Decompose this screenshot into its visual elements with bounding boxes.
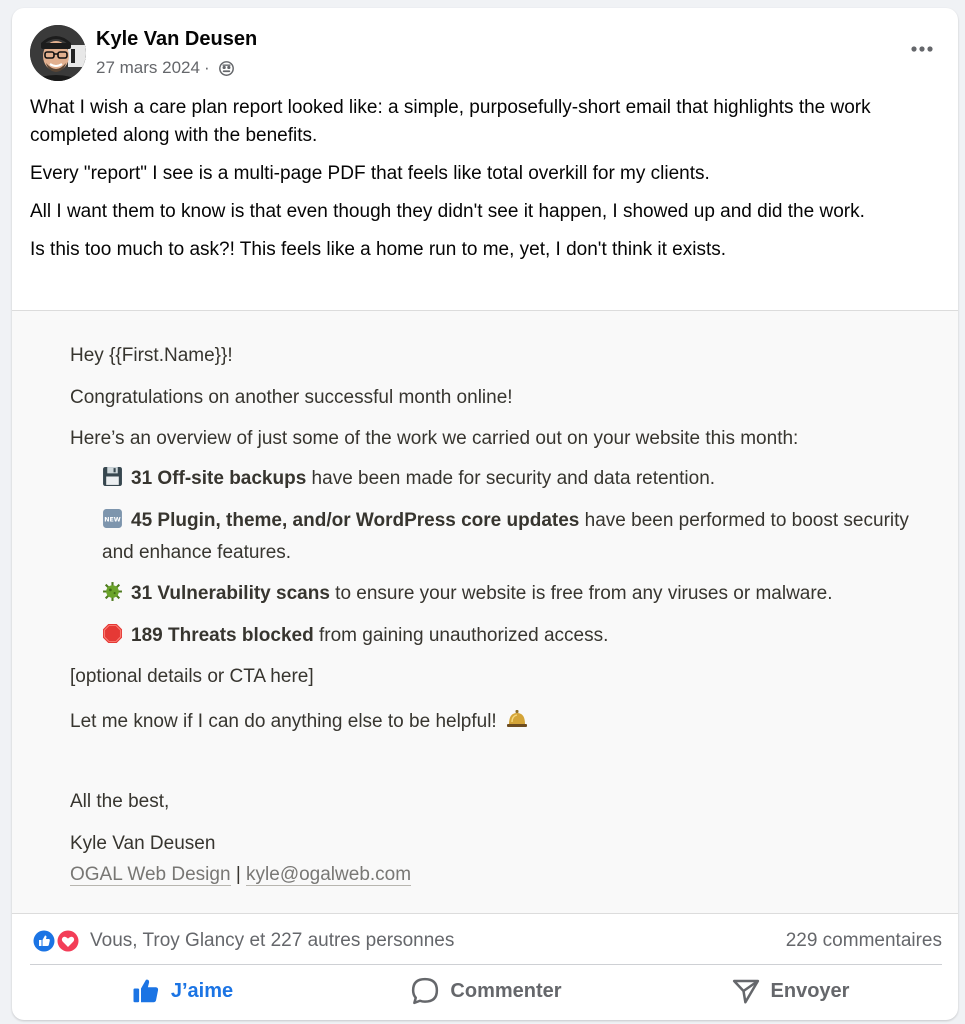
attached-email-image[interactable]: Hey {{First.Name}}! Congratulations on a… — [12, 310, 958, 914]
post-paragraph: What I wish a care plan report looked li… — [30, 97, 871, 146]
email-greeting: Hey {{First.Name}}! — [70, 345, 233, 366]
floppy-disk-icon — [103, 467, 122, 486]
send-icon — [732, 979, 759, 1004]
email-bullet: 189 Threats blocked from gaining unautho… — [102, 620, 932, 652]
signature-separator: | — [235, 864, 241, 885]
comment-button[interactable]: Commenter — [334, 966, 638, 1016]
meta-separator: · — [203, 58, 210, 77]
microbe-icon — [103, 582, 122, 601]
email-overview: Here’s an overview of just some of the w… — [70, 428, 799, 449]
post-text: What I wish a care plan report looked li… — [30, 94, 940, 274]
email-congrats: Congratulations on another successful mo… — [70, 387, 513, 408]
new-badge-icon: NEW — [103, 509, 122, 528]
bullet-bold: 45 Plugin, theme, and/or WordPress core … — [131, 510, 580, 531]
bullet-text: from gaining unauthorized access. — [313, 625, 609, 646]
post-date[interactable]: 27 mars 2024 — [96, 58, 200, 78]
bullet-bold: 31 Vulnerability scans — [131, 583, 330, 604]
post-paragraph: Every "report" I see is a multi-page PDF… — [30, 163, 710, 184]
post-paragraph: All I want them to know is that even tho… — [30, 201, 865, 222]
email-bullet: NEW 45 Plugin, theme, and/or WordPress c… — [102, 505, 932, 569]
comment-bubble-icon — [412, 977, 439, 1005]
email-signature-name: Kyle Van Deusen — [70, 833, 216, 854]
reaction-icons[interactable] — [30, 928, 86, 954]
post-meta: 27 mars 2024 · — [96, 57, 235, 79]
svg-text:NEW: NEW — [104, 517, 121, 524]
reactions-summary[interactable]: Vous, Troy Glancy et 227 autres personne… — [90, 930, 454, 952]
more-options-button[interactable] — [902, 34, 942, 64]
bullet-text: have been made for security and data ret… — [306, 468, 716, 489]
email-bullet: 31 Off-site backups have been made for s… — [102, 463, 932, 495]
share-label: Envoyer — [770, 979, 850, 1002]
like-button[interactable]: J’aime — [30, 966, 334, 1016]
like-label: J’aime — [170, 979, 234, 1002]
globe-icon — [218, 60, 234, 76]
email-signature-line: OGAL Web Design | kyle@ogalweb.com — [70, 864, 412, 886]
company-link[interactable]: OGAL Web Design — [70, 864, 231, 886]
email-link[interactable]: kyle@ogalweb.com — [246, 864, 412, 886]
post-actions: J’aime Commenter Envoyer — [30, 966, 942, 1016]
email-optional: [optional details or CTA here] — [70, 666, 314, 687]
bullet-text: to ensure your website is free from any … — [329, 583, 833, 604]
author-name[interactable]: Kyle Van Deusen — [96, 28, 257, 51]
email-helpful: Let me know if I can do anything else to… — [70, 711, 497, 732]
email-closing: All the best, — [70, 791, 170, 812]
reaction-stats-bar: Vous, Troy Glancy et 227 autres personne… — [30, 914, 942, 965]
share-button[interactable]: Envoyer — [638, 966, 942, 1016]
thumbs-up-icon — [133, 979, 158, 1003]
bellhop-bell-icon — [507, 710, 527, 727]
more-dots-icon — [911, 46, 933, 52]
email-bullet: 31 Vulnerability scans to ensure your we… — [102, 578, 932, 610]
comments-count[interactable]: 229 commentaires — [786, 930, 942, 952]
post-paragraph: Is this too much to ask?! This feels lik… — [30, 239, 727, 260]
bullet-bold: 189 Threats blocked — [131, 625, 314, 646]
post-header: Kyle Van Deusen 27 mars 2024 · — [12, 8, 958, 93]
post-card: Kyle Van Deusen 27 mars 2024 · What I wi… — [12, 8, 958, 1020]
stop-sign-icon — [103, 624, 122, 643]
avatar[interactable] — [30, 25, 86, 81]
bullet-bold: 31 Off-site backups — [131, 468, 307, 489]
comment-label: Commenter — [450, 979, 562, 1002]
email-helpful-line: Let me know if I can do anything else to… — [70, 708, 528, 733]
